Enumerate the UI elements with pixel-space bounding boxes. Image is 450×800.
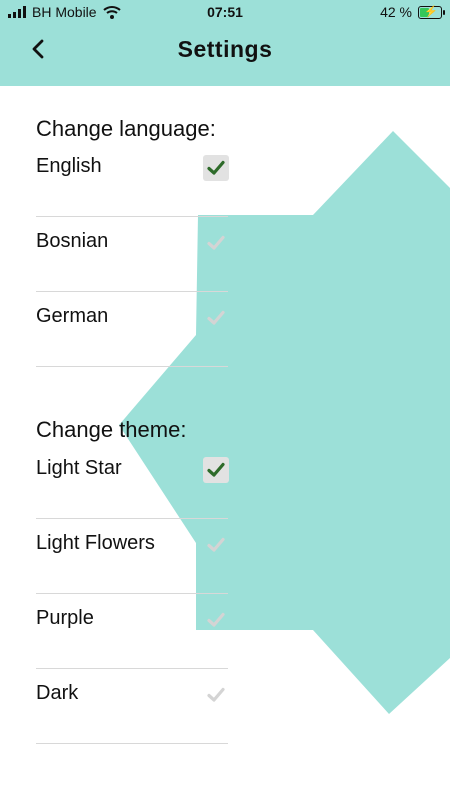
theme-option-light-flowers[interactable]: Light Flowers — [36, 518, 228, 594]
language-option-english[interactable]: English — [36, 141, 229, 217]
check-icon[interactable] — [203, 532, 229, 558]
check-icon[interactable] — [203, 607, 229, 633]
check-icon[interactable] — [203, 457, 229, 483]
app-header: BH Mobile 07:51 42 % ⚡ Settings — [0, 0, 450, 86]
page-title: Settings — [177, 36, 273, 62]
language-section-title: Change language: — [36, 116, 216, 141]
language-option-bosnian[interactable]: Bosnian — [36, 216, 228, 292]
language-option-german[interactable]: German — [36, 291, 228, 367]
battery-icon: ⚡ — [418, 5, 445, 19]
option-label: Dark — [36, 682, 79, 704]
theme-option-light-star[interactable]: Light Star — [36, 443, 229, 519]
option-label: English — [36, 155, 102, 177]
check-icon[interactable] — [203, 155, 229, 181]
option-label: Light Flowers — [36, 532, 155, 554]
check-icon[interactable] — [203, 230, 229, 256]
option-label: German — [36, 305, 109, 327]
battery-percent: 42 % — [380, 4, 412, 20]
check-icon[interactable] — [203, 305, 229, 331]
option-label: Bosnian — [36, 230, 109, 252]
option-label: Light Star — [36, 457, 122, 479]
theme-option-dark[interactable]: Dark — [36, 668, 228, 744]
status-bar: BH Mobile 07:51 42 % ⚡ — [0, 0, 450, 26]
theme-section-title: Change theme: — [36, 417, 187, 442]
theme-option-purple[interactable]: Purple — [36, 593, 228, 669]
option-label: Purple — [36, 607, 94, 629]
check-icon[interactable] — [203, 682, 229, 708]
